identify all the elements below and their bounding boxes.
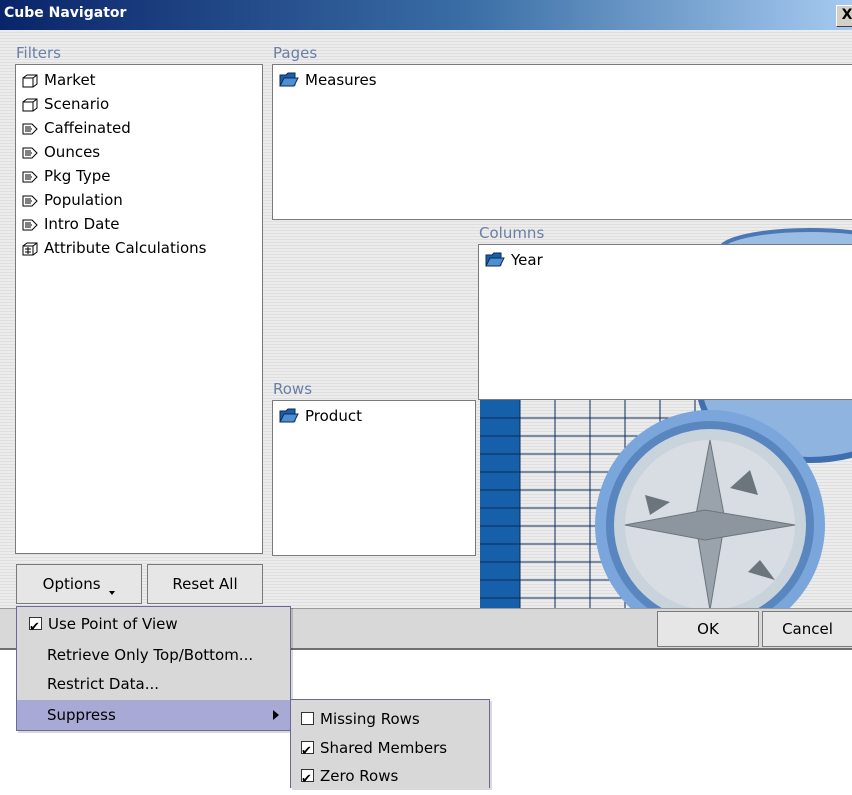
rows-list[interactable]: Product	[272, 400, 476, 556]
rows-item-label: Product	[305, 407, 362, 425]
close-button[interactable]: X	[836, 5, 852, 27]
dimension-folder-icon	[279, 72, 299, 87]
menu-item-zero-rows[interactable]: Zero Rows	[291, 761, 499, 795]
filter-item-population[interactable]: Population	[22, 189, 123, 211]
checkbox-icon	[301, 765, 314, 795]
checkbox-icon	[301, 712, 314, 725]
menu-item-label: Missing Rows	[320, 710, 420, 728]
menu-item-label: Shared Members	[320, 739, 448, 757]
filter-item-label: Caffeinated	[44, 119, 131, 137]
attribute-icon	[22, 219, 38, 231]
filter-item-label: Population	[44, 191, 123, 209]
filter-item-ounces[interactable]: Ounces	[22, 141, 100, 163]
filter-item-market[interactable]: Market	[22, 69, 96, 91]
checkbox-icon	[29, 613, 42, 643]
menu-item-label: Use Point of View	[48, 615, 178, 633]
columns-list[interactable]: Year	[478, 244, 852, 400]
rows-item-product[interactable]: Product	[279, 405, 362, 427]
cancel-button[interactable]: Cancel	[762, 611, 852, 647]
options-button[interactable]: Options	[16, 564, 142, 604]
menu-item-use-point-of-view[interactable]: Use Point of View	[17, 609, 302, 643]
chevron-down-icon	[109, 591, 116, 595]
filter-item-pkg-type[interactable]: Pkg Type	[22, 165, 110, 187]
pages-item-measures[interactable]: Measures	[279, 69, 377, 91]
dialog-body: Filters Market Scenario Caffeinated Ounc…	[0, 30, 852, 650]
menu-item-retrieve-only-top-bottom[interactable]: Retrieve Only Top/Bottom...	[17, 640, 320, 670]
suppress-submenu: Missing Rows Shared Members Zero Rows	[290, 699, 490, 795]
filter-item-label: Ounces	[44, 143, 101, 161]
reset-all-button[interactable]: Reset All	[147, 564, 263, 604]
options-button-label: Options	[42, 575, 101, 593]
attribute-icon	[22, 171, 38, 183]
filter-item-label: Attribute Calculations	[44, 239, 207, 257]
attribute-icon	[22, 195, 38, 207]
pages-item-label: Measures	[305, 71, 377, 89]
submenu-arrow-icon	[273, 710, 279, 720]
filter-item-label: Pkg Type	[44, 167, 111, 185]
compass-graphic	[480, 400, 852, 608]
compass-lid-graphic	[720, 226, 852, 244]
menu-item-restrict-data[interactable]: Restrict Data...	[17, 669, 320, 699]
filters-list[interactable]: Market Scenario Caffeinated Ounces Pkg T…	[15, 64, 263, 554]
filter-item-label: Market	[44, 71, 96, 89]
calculation-cube-icon	[22, 242, 38, 256]
menu-item-label: Restrict Data...	[47, 675, 160, 693]
menu-item-missing-rows[interactable]: Missing Rows	[291, 704, 499, 734]
filter-item-scenario[interactable]: Scenario	[22, 93, 109, 115]
window-title: Cube Navigator	[4, 5, 127, 21]
menu-item-suppress[interactable]: Suppress	[17, 700, 320, 730]
columns-item-label: Year	[511, 251, 543, 269]
filter-item-intro-date[interactable]: Intro Date	[22, 213, 119, 235]
checkbox-icon	[301, 737, 314, 767]
cube-icon	[22, 74, 38, 88]
pages-label: Pages	[273, 44, 318, 62]
menu-item-label: Suppress	[47, 706, 116, 724]
menu-item-label: Zero Rows	[320, 767, 399, 785]
attribute-icon	[22, 123, 38, 135]
filter-item-caffeinated[interactable]: Caffeinated	[22, 117, 131, 139]
filters-label: Filters	[16, 44, 61, 62]
filter-item-attribute-calculations[interactable]: Attribute Calculations	[22, 237, 207, 259]
attribute-icon	[22, 147, 38, 159]
dimension-folder-icon	[279, 408, 299, 423]
menu-item-shared-members[interactable]: Shared Members	[291, 733, 499, 767]
ok-button[interactable]: OK	[657, 611, 759, 647]
columns-item-year[interactable]: Year	[485, 249, 543, 271]
options-menu: Use Point of View Retrieve Only Top/Bott…	[16, 606, 320, 731]
pages-list[interactable]: Measures	[272, 64, 852, 220]
cube-icon	[22, 98, 38, 112]
compass-icon	[480, 400, 852, 608]
columns-label: Columns	[479, 224, 545, 242]
filter-item-label: Scenario	[44, 95, 110, 113]
menu-item-label: Retrieve Only Top/Bottom...	[47, 646, 254, 664]
title-bar: Cube Navigator X	[0, 0, 852, 30]
rows-label: Rows	[273, 380, 313, 398]
filter-item-label: Intro Date	[44, 215, 120, 233]
dimension-folder-icon	[485, 252, 505, 267]
